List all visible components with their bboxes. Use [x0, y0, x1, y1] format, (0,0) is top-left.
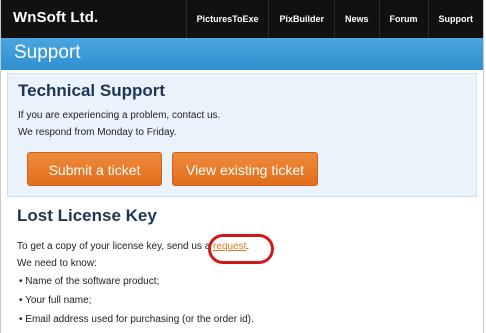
technical-support-heading: Technical Support [18, 81, 166, 100]
page-title: Support [14, 42, 81, 63]
lost-license-heading: Lost License Key [17, 206, 157, 225]
bullet-dot: • [19, 276, 23, 287]
top-nav-bar: WnSoft Ltd. PicturesToExe PixBuilder New… [1, 0, 483, 38]
brand-logo[interactable]: WnSoft Ltd. [13, 9, 98, 26]
technical-support-panel: Technical Support If you are experiencin… [7, 73, 477, 197]
nav-item-news[interactable]: News [333, 0, 379, 38]
nav-item-forum[interactable]: Forum [378, 0, 428, 38]
bullet-dot: • [19, 295, 23, 306]
lost-license-panel: Lost License Key To get a copy of your l… [7, 200, 477, 333]
list-item: • Your full name; [19, 295, 92, 306]
request-text-after: . [246, 241, 250, 252]
nav-item-support[interactable]: Support [427, 0, 484, 38]
section-header-bar: Support [1, 38, 483, 70]
page: WnSoft Ltd. PicturesToExe PixBuilder New… [0, 0, 484, 333]
nav-menu: PicturesToExe PixBuilder News Forum Supp… [185, 0, 484, 38]
bullet-dot: • [19, 314, 23, 325]
request-link[interactable]: request [213, 241, 246, 252]
list-item: • Email address used for purchasing (or … [19, 314, 254, 325]
request-text-before: To get a copy of your license key, send … [17, 241, 211, 252]
nav-item-pixbuilder[interactable]: PixBuilder [268, 0, 334, 38]
need-to-know-label: We need to know: [17, 258, 97, 269]
technical-support-line-1: If you are experiencing a problem, conta… [18, 110, 221, 121]
view-existing-ticket-button[interactable]: View existing ticket [172, 152, 318, 186]
submit-ticket-button[interactable]: Submit a ticket [27, 152, 162, 186]
lost-license-request-text: To get a copy of your license key, send … [17, 241, 249, 252]
nav-item-picturestoexe[interactable]: PicturesToExe [185, 0, 269, 38]
technical-support-line-2: We respond from Monday to Friday. [18, 127, 177, 138]
list-item: • Name of the software product; [19, 276, 160, 287]
